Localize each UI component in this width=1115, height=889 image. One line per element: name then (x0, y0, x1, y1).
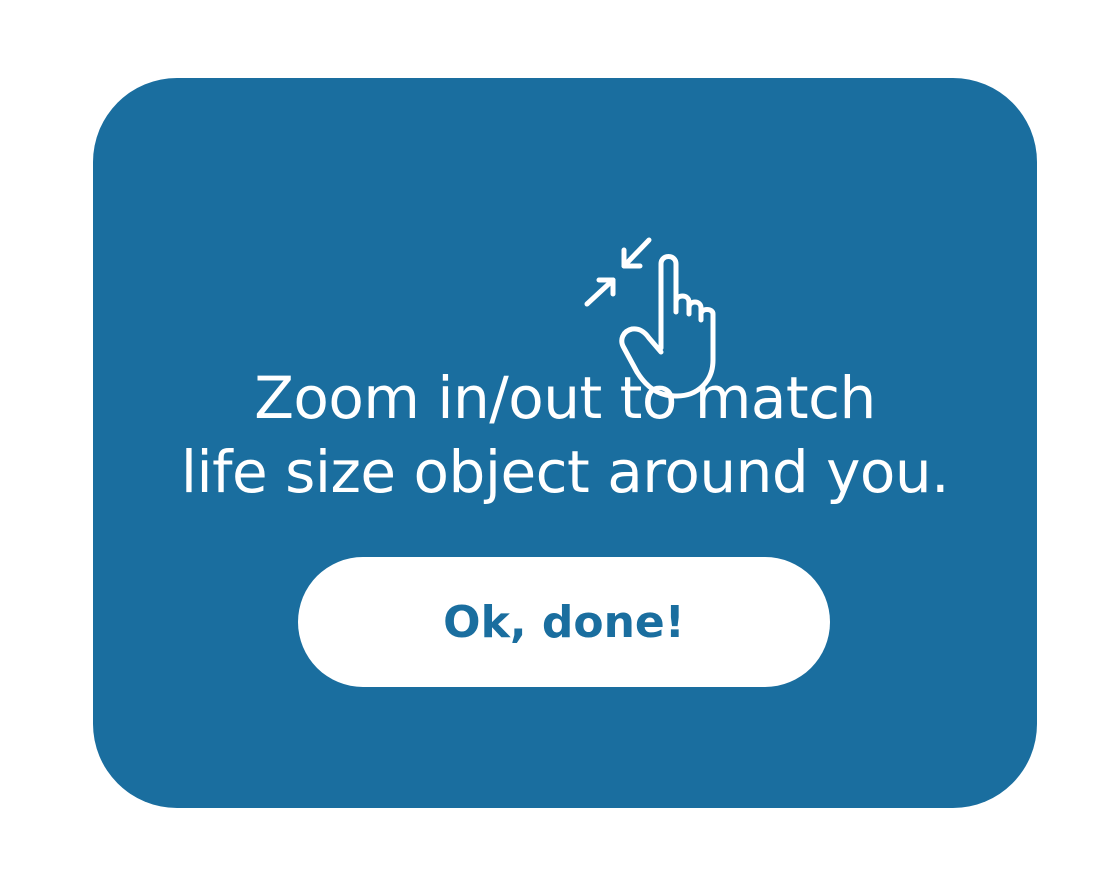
instruction-message: Zoom in/out to match life size object ar… (93, 361, 1037, 509)
message-line-2: life size object around you. (180, 438, 950, 506)
zoom-instruction-dialog: Zoom in/out to match life size object ar… (93, 78, 1037, 808)
message-line-1: Zoom in/out to match (254, 364, 876, 432)
ok-done-button[interactable]: Ok, done! (298, 557, 830, 687)
